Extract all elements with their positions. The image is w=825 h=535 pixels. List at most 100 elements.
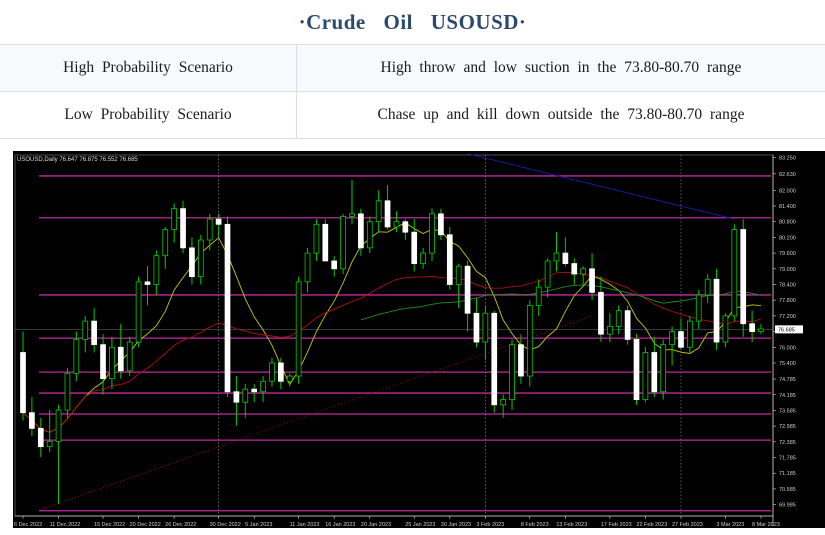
candle-body-bull — [420, 252, 426, 264]
candle-body-bear — [180, 208, 186, 249]
y-tick-label: 72.985 — [779, 424, 796, 430]
candle — [366, 216, 373, 254]
candle-body-bear — [384, 200, 391, 228]
candle — [304, 247, 311, 293]
candle-body-bull — [580, 268, 587, 275]
candle-body-bull — [500, 399, 506, 406]
candle — [509, 339, 515, 411]
candle-body-bull — [606, 325, 613, 335]
y-tick-label: 75.400 — [779, 361, 796, 367]
candle-body-bull — [295, 281, 302, 377]
candle — [322, 219, 329, 262]
candle — [624, 305, 631, 345]
x-tick-label: 20 Dec 2022 — [130, 522, 161, 528]
candle — [660, 339, 667, 400]
candle — [553, 232, 560, 272]
candle — [375, 190, 382, 233]
candle-body-bull — [455, 265, 462, 285]
candle-body-bear — [402, 221, 409, 233]
candle-body-bull — [260, 380, 266, 393]
candle-body-bear — [571, 263, 578, 275]
y-tick-label: 74.185 — [779, 393, 796, 399]
candle — [295, 276, 302, 384]
candle — [135, 276, 142, 348]
candle-body-bear — [491, 312, 498, 406]
ma-long-line — [467, 153, 735, 220]
candle-body-bear — [233, 391, 240, 403]
candle-body-bear — [215, 218, 222, 225]
candle — [704, 274, 711, 303]
candle — [384, 185, 391, 230]
candle-body-bear — [358, 213, 364, 249]
candle-body-bear — [37, 427, 44, 448]
candle — [171, 203, 178, 243]
candle-body-bear — [322, 223, 329, 262]
candle-body-bull — [660, 344, 667, 393]
candle-body-bull — [197, 239, 204, 278]
candle-body-bear — [598, 291, 604, 335]
x-tick-label: 3 Feb 2023 — [476, 522, 504, 528]
candle-body-bear — [562, 252, 569, 264]
moving-averages — [22, 153, 762, 433]
candle-body-bull — [553, 252, 560, 262]
candle-body-bull — [64, 373, 71, 411]
candle — [633, 334, 640, 405]
candle-body-bull — [544, 260, 551, 288]
y-tick-label: 72.385 — [779, 440, 796, 446]
ma-mid-line — [22, 271, 762, 433]
candle-body-bull — [731, 229, 738, 317]
candle-body-bear — [473, 312, 480, 343]
candle — [117, 323, 124, 379]
candle — [37, 417, 44, 458]
y-tick-label: 71.785 — [779, 456, 796, 462]
candle-body-bear — [713, 278, 720, 343]
candle — [126, 336, 133, 377]
candle — [731, 224, 738, 322]
y-tick-label: 70.585 — [779, 487, 796, 493]
candle-body-bull — [349, 213, 355, 217]
candle — [526, 300, 533, 387]
candle — [651, 336, 658, 397]
y-tick-label: 76.000 — [779, 345, 796, 351]
scenario-description: High throw and low suction in the 73.80-… — [296, 44, 825, 92]
candle — [535, 279, 542, 316]
candle — [695, 289, 702, 329]
x-tick-label: 6 Dec 2022 — [14, 522, 42, 528]
price-chart-svg: 83.250 82.630 82.000 81.400 80.800 80.200 79.6… — [14, 153, 803, 528]
y-axis: 83.250 82.630 82.000 81.400 80.800 80.200 79.6… — [773, 156, 803, 509]
x-axis: 6 Dec 2022 11 Dec 2022 15 Dec 2022 20 Dec 2… — [14, 516, 780, 528]
candle — [331, 255, 338, 277]
candle-body-bull — [304, 252, 311, 283]
candle — [73, 331, 80, 382]
candle — [197, 234, 204, 285]
candle — [206, 213, 213, 251]
candle-body-bull — [340, 216, 346, 270]
price-chart: 83.250 82.630 82.000 81.400 80.800 80.200 79.6… — [13, 151, 825, 528]
candle — [758, 323, 764, 335]
candle — [473, 297, 480, 348]
scenario-row-low: Low Probability Scenario Chase up and ki… — [0, 91, 825, 139]
y-tick-label: 79.600 — [779, 251, 796, 257]
candle-body-bull — [286, 375, 293, 382]
candle-body-bull — [162, 229, 169, 257]
candle-body-bear — [740, 229, 747, 325]
candle-body-bull — [375, 200, 382, 223]
candle — [589, 253, 595, 301]
candle-body-bull — [758, 328, 764, 332]
plot-frame — [14, 154, 774, 517]
candle — [20, 331, 26, 421]
candle-body-bear — [624, 310, 631, 340]
candle — [429, 208, 435, 261]
candle-body-bull — [687, 320, 693, 348]
ma-fast-line — [22, 222, 762, 433]
x-tick-label: 30 Jan 2023 — [441, 522, 471, 528]
candle — [162, 226, 169, 269]
candle-body-bull — [695, 294, 702, 322]
y-tick-label: 79.000 — [779, 267, 796, 273]
candle-body-bull — [46, 441, 53, 448]
y-tick-label: 74.785 — [779, 377, 796, 383]
candle-body-bull — [669, 331, 675, 346]
candle — [224, 216, 231, 397]
candle-body-bear — [446, 234, 453, 285]
x-tick-label: 11 Jan 2023 — [290, 522, 320, 528]
